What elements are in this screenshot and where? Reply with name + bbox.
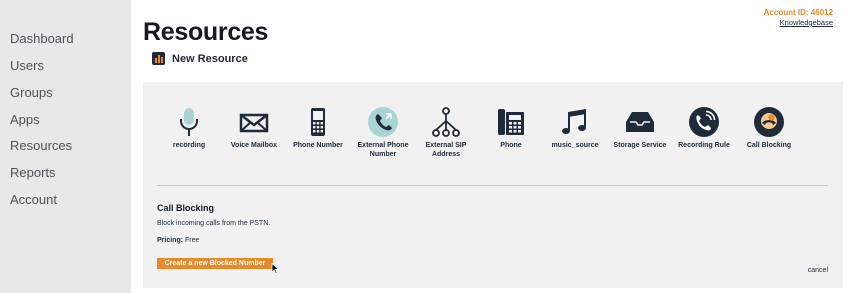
resource-type-external-phone-number[interactable]: External Phone Number: [351, 106, 415, 159]
phone-ringing-icon: [688, 106, 720, 138]
music-notes-icon: [559, 106, 591, 138]
account-id: Account ID: 46012: [763, 8, 833, 17]
resource-type-label: Call Blocking: [746, 142, 792, 149]
resource-type-label: Storage Service: [613, 142, 667, 149]
resource-type-label: Phone: [500, 142, 522, 149]
resource-type-label: Recording Rule: [678, 142, 730, 149]
sidebar-item-resources[interactable]: Resources: [10, 138, 72, 153]
detail-description: Block incoming calls from the PSTN.: [157, 220, 271, 227]
sidebar: Dashboard Users Groups Apps Resources Re…: [0, 0, 131, 293]
resource-type-label: Voice Mailbox: [230, 142, 278, 149]
resource-type-storage-service[interactable]: Storage Service: [608, 106, 672, 151]
divider: [157, 185, 828, 186]
mouse-cursor-icon: [271, 263, 280, 274]
resource-type-label: Phone Number: [293, 142, 343, 149]
pricing: Pricing: Free: [157, 237, 199, 244]
knowledgebase-link[interactable]: Knowledgebase: [780, 18, 833, 27]
sidebar-item-reports[interactable]: Reports: [10, 165, 56, 180]
resource-type-recording-rule[interactable]: Recording Rule: [672, 106, 736, 151]
resource-type-label: External Phone Number: [357, 142, 409, 158]
cancel-link[interactable]: cancel: [808, 267, 828, 274]
new-resource-label: New Resource: [172, 52, 248, 65]
sidebar-item-users[interactable]: Users: [10, 58, 44, 73]
resource-type-recording[interactable]: recording: [157, 106, 221, 151]
resource-type-call-blocking[interactable]: Call Blocking: [737, 106, 801, 151]
new-resource-heading: New Resource: [152, 52, 248, 65]
resource-type-list: recording Voice Mailbox Phone Number Ext…: [143, 106, 843, 166]
resource-type-music-source[interactable]: music_source: [543, 106, 607, 151]
microphone-icon: [173, 106, 205, 138]
pricing-label: Pricing:: [157, 237, 184, 244]
resource-bars-icon: [152, 52, 165, 65]
desk-phone-icon: [495, 106, 527, 138]
resource-type-phone[interactable]: Phone: [479, 106, 543, 151]
network-tree-icon: [430, 106, 462, 138]
sidebar-item-apps[interactable]: Apps: [10, 112, 40, 127]
sidebar-item-account[interactable]: Account: [10, 192, 57, 207]
sidebar-item-groups[interactable]: Groups: [10, 85, 53, 100]
create-blocked-number-button[interactable]: Create a new Blocked Number: [157, 258, 273, 269]
mobile-phone-icon: [302, 106, 334, 138]
envelope-icon: [238, 106, 270, 138]
resource-type-voice-mailbox[interactable]: Voice Mailbox: [222, 106, 286, 151]
resource-type-external-sip-address[interactable]: External SIP Address: [414, 106, 478, 159]
resource-type-label: recording: [172, 142, 206, 149]
resource-type-phone-number[interactable]: Phone Number: [286, 106, 350, 151]
new-resource-panel: recording Voice Mailbox Phone Number Ext…: [143, 82, 843, 288]
sidebar-item-dashboard[interactable]: Dashboard: [10, 31, 74, 46]
resource-type-label: music_source: [551, 142, 599, 149]
storage-tray-icon: [624, 106, 656, 138]
pricing-value: Free: [185, 237, 200, 244]
call-blocking-icon: [753, 106, 785, 138]
resource-type-label: External SIP Address: [425, 142, 467, 158]
detail-title: Call Blocking: [157, 203, 215, 213]
page-title: Resources: [143, 18, 269, 46]
external-phone-icon: [367, 106, 399, 138]
